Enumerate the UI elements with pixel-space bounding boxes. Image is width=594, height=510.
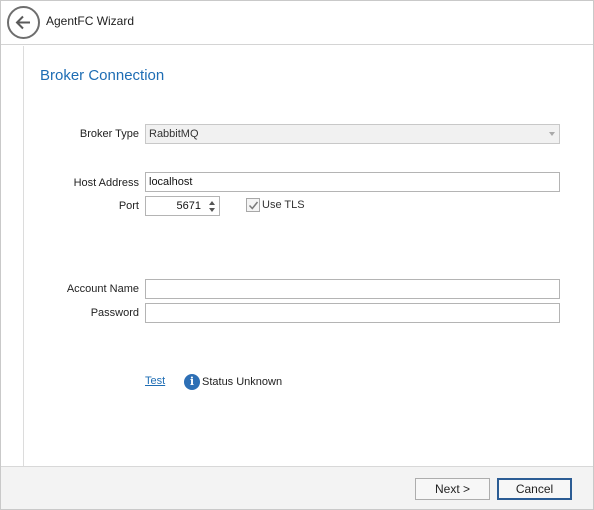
page-title: Broker Connection (40, 67, 165, 84)
cancel-button-label: Cancel (515, 482, 554, 496)
use-tls-checkbox[interactable] (246, 198, 260, 212)
password-label: Password (90, 307, 139, 319)
use-tls-label: Use TLS (262, 199, 305, 211)
test-link[interactable]: Test (145, 375, 165, 387)
arrow-left-icon (15, 15, 30, 30)
broker-type-label: Broker Type (79, 128, 139, 140)
port-label: Port (118, 200, 139, 212)
checkmark-icon (248, 201, 259, 210)
chevron-down-icon (549, 132, 555, 136)
host-address-label: Host Address (73, 177, 139, 189)
back-button[interactable] (7, 6, 40, 39)
next-button-label: Next > (434, 482, 470, 496)
account-name-label: Account Name (66, 283, 139, 295)
content-panel (23, 46, 593, 466)
wizard-window: AgentFC Wizard Broker Connection Broker … (0, 0, 594, 510)
host-address-input[interactable]: localhost (145, 172, 560, 192)
cancel-button[interactable]: Cancel (497, 478, 572, 500)
spin-up-icon[interactable] (209, 201, 215, 205)
account-name-input[interactable] (145, 279, 560, 299)
broker-type-select[interactable]: RabbitMQ (145, 124, 560, 144)
spin-down-icon[interactable] (209, 208, 215, 212)
title-bar: AgentFC Wizard (1, 1, 593, 45)
port-value: 5671 (176, 200, 201, 212)
next-button[interactable]: Next > (415, 478, 490, 500)
window-title: AgentFC Wizard (46, 14, 135, 28)
port-stepper[interactable]: 5671 (145, 196, 220, 216)
host-address-value: localhost (149, 176, 193, 188)
info-icon: i (184, 374, 200, 390)
broker-type-value: RabbitMQ (149, 128, 199, 140)
status-text: Status Unknown (202, 376, 283, 388)
password-input[interactable] (145, 303, 560, 323)
